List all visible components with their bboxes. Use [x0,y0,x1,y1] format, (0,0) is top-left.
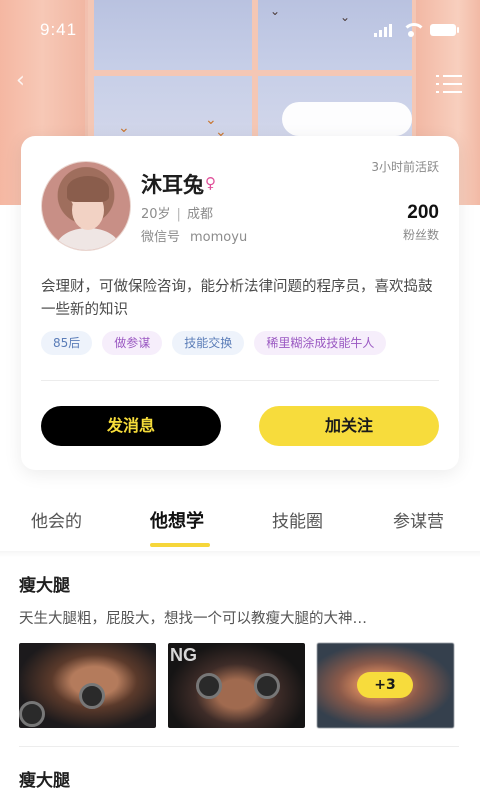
item-photo[interactable] [19,643,156,728]
item-description: 天生大腿粗，屁股大，想找一个可以教瘦大腿的大神… [19,611,367,627]
wechat-id: momoyu [190,230,248,245]
cloud-shape [282,102,412,136]
fans-count: 200 [407,202,439,223]
active-tab-indicator [150,543,210,547]
send-message-button[interactable]: 发消息 [41,406,221,446]
item-title[interactable]: 瘦大腿 [19,571,70,596]
follow-button[interactable]: 加关注 [259,406,439,446]
tag-85[interactable]: 85后 [41,331,93,355]
dumbbell-icon [79,683,105,709]
avatar[interactable] [41,161,131,251]
item-divider [19,746,459,747]
tag-advisor[interactable]: 做参谋 [102,331,163,355]
status-bar: 9:41 [0,0,480,60]
dumbbell-icon [196,673,222,699]
status-time: 9:41 [40,20,78,39]
profile-card: 沐耳兔 ♀ 3小时前活跃 20岁 | 成都 微信号 momoyu 200 粉丝数 会理… [21,136,459,470]
battery-icon [430,24,459,36]
card-divider [41,380,439,381]
tab-bar: 他会的 他想学 技能圈 参谋营 [0,495,480,551]
wechat-info: 微信号 momoyu [141,226,247,245]
wechat-label: 微信号 [141,230,181,245]
tag-skill-exchange[interactable]: 技能交换 [172,331,245,355]
photo-brand-text: NG [170,645,197,665]
item-photo[interactable]: NG [168,643,305,728]
tab-wants-to-learn[interactable]: 他想学 [150,507,204,533]
profile-name: 沐耳兔 [141,173,204,197]
fans-counter[interactable]: 200 粉丝数 [403,202,439,243]
tag-skill-master[interactable]: 稀里糊涂成技能牛人 [254,331,387,355]
tab-skill-circle[interactable]: 技能圈 [272,507,323,532]
back-chevron-icon[interactable]: ‹ [16,68,25,93]
signal-icon [374,23,392,37]
item-title[interactable]: 瘦大腿 [19,766,70,790]
last-active-text: 3小时前活跃 [371,160,439,174]
dumbbell-icon [19,701,45,727]
wifi-icon [402,23,426,37]
tag-list: 85后 做参谋 技能交换 稀里糊涂成技能牛人 [41,331,387,355]
profile-city: 成都 [186,207,213,222]
fans-label: 粉丝数 [402,228,439,242]
dumbbell-icon [254,673,280,699]
female-icon: ♀ [205,174,216,192]
menu-list-icon[interactable] [436,74,462,94]
profile-age: 20岁 [141,207,171,222]
tab-can-teach[interactable]: 他会的 [31,507,82,532]
tab-advisor-camp[interactable]: 参谋营 [393,507,444,532]
more-photos-badge[interactable]: +3 [357,672,413,698]
profile-bio: 会理财，可做保险咨询，能分析法律问题的程序员，喜欢捣鼓一些新的知识 [41,279,433,318]
leaf-icon: ⌄ [118,120,130,136]
profile-meta: 20岁 | 成都 [141,207,213,222]
